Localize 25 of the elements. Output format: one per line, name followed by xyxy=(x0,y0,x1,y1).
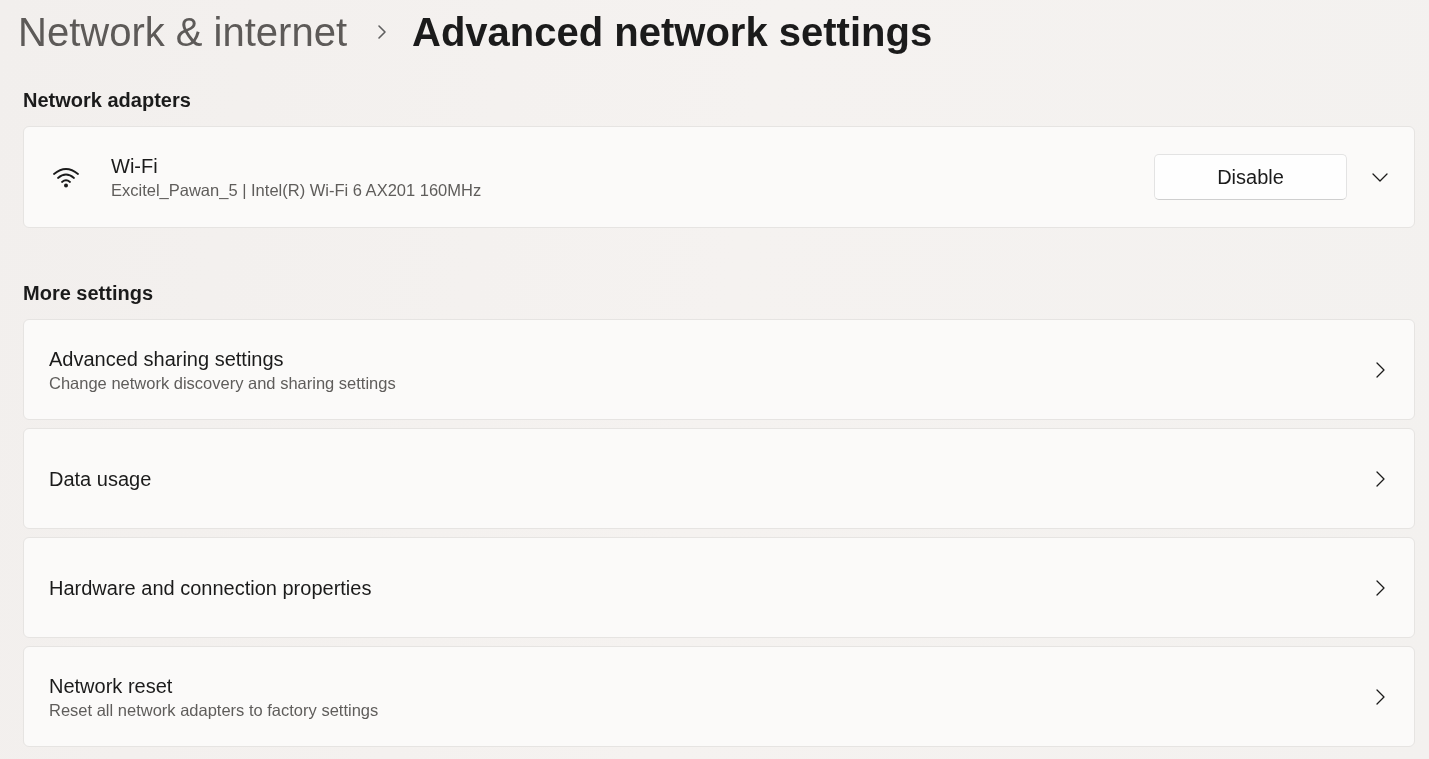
setting-title: Hardware and connection properties xyxy=(49,575,372,601)
settings-link-card[interactable]: Data usage xyxy=(23,428,1415,529)
setting-description: Reset all network adapters to factory settings xyxy=(49,699,379,721)
page-title: Advanced network settings xyxy=(412,9,933,56)
setting-title: Data usage xyxy=(49,466,152,492)
adapter-card[interactable]: Wi-Fi Excitel_Pawan_5 | Intel(R) Wi-Fi 6 AX201 160MHz Disable xyxy=(23,126,1415,228)
setting-description: Change network discovery and sharing settings xyxy=(49,372,396,394)
chevron-right-icon xyxy=(1376,688,1385,705)
breadcrumb-link[interactable]: Network & internet xyxy=(18,6,348,58)
settings-link-card[interactable]: Advanced sharing settings Change network discovery and sharing settings xyxy=(23,319,1415,420)
settings-link-card[interactable]: Hardware and connection properties xyxy=(23,537,1415,638)
chevron-right-icon xyxy=(1376,361,1385,378)
adapter-details: Excitel_Pawan_5 | Intel(R) Wi-Fi 6 AX201 160MHz xyxy=(111,180,482,201)
section-heading: Network adapters xyxy=(23,88,192,113)
settings-link-card[interactable]: Network reset Reset all network adapters to factory settings xyxy=(23,646,1415,747)
setting-title: Network reset xyxy=(49,673,173,699)
chevron-right-icon xyxy=(377,24,388,40)
chevron-right-icon xyxy=(1376,470,1385,487)
wifi-icon xyxy=(52,166,80,188)
disable-button[interactable]: Disable xyxy=(1154,154,1347,200)
chevron-right-icon xyxy=(1376,579,1385,596)
section-heading: More settings xyxy=(23,281,155,306)
adapter-name: Wi-Fi xyxy=(111,154,158,179)
chevron-down-icon[interactable] xyxy=(1372,172,1388,182)
setting-title: Advanced sharing settings xyxy=(49,346,284,372)
